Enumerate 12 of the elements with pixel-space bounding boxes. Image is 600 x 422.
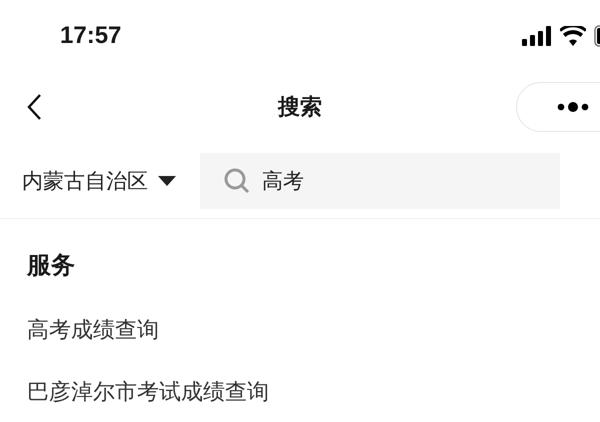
wifi-icon <box>560 26 586 46</box>
status-time: 17:57 <box>60 22 122 50</box>
search-icon <box>224 168 250 194</box>
region-dropdown[interactable]: 内蒙古自治区 <box>22 167 176 195</box>
caret-icon <box>158 176 176 186</box>
page-title: 搜索 <box>278 95 322 120</box>
service-item[interactable]: 巴彦淖尔市考试成绩查询 <box>27 373 600 413</box>
section-title: 服务 <box>27 250 76 281</box>
more-icon[interactable] <box>557 101 589 113</box>
search-field[interactable]: 高考 <box>200 153 560 209</box>
service-item[interactable]: 高考成绩查询 <box>27 311 600 351</box>
signal-icon <box>522 26 552 46</box>
